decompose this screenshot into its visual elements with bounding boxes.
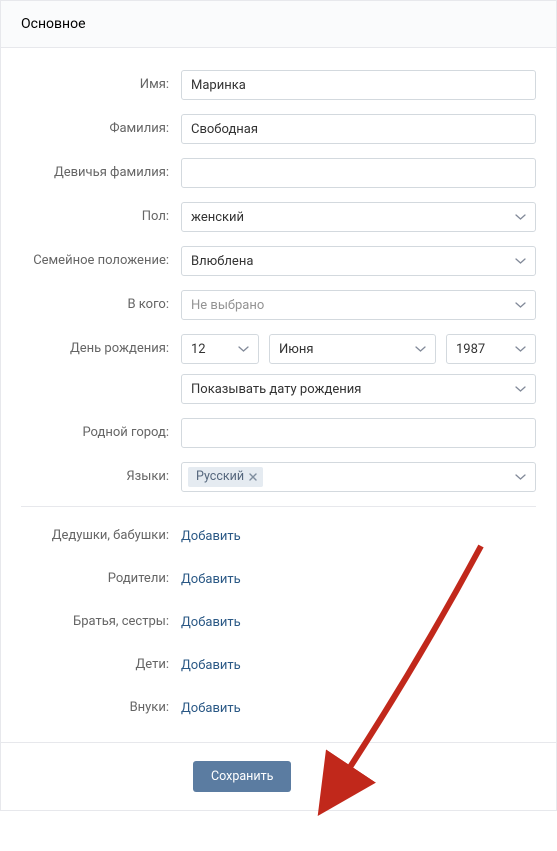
chevron-down-icon [515, 474, 526, 480]
dob-year-value: 1987 [456, 342, 485, 357]
inwhom-label: В кого: [21, 290, 181, 312]
gender-select[interactable]: женский [181, 202, 536, 232]
dob-visibility-value: Показывать дату рождения [191, 382, 361, 397]
surname-input[interactable] [181, 114, 536, 144]
panel-title: Основное [21, 16, 536, 32]
dob-month-value: Июня [279, 342, 314, 357]
grandparents-label: Дедушки, бабушки: [21, 527, 181, 543]
relationship-value: Влюблена [191, 254, 253, 269]
chevron-down-icon [415, 346, 426, 352]
add-grandchildren-link[interactable]: Добавить [181, 699, 241, 716]
chevron-down-icon [515, 214, 526, 220]
hometown-label: Родной город: [21, 418, 181, 440]
panel-content: Имя: Фамилия: Девичья фамилия: Пол: женс… [1, 48, 556, 716]
language-tag-label: Русский [196, 469, 244, 484]
save-button[interactable]: Сохранить [193, 761, 291, 792]
languages-input[interactable]: Русский [181, 462, 536, 492]
panel-footer: Сохранить [1, 742, 556, 810]
gender-label: Пол: [21, 202, 181, 224]
chevron-down-icon [515, 258, 526, 264]
close-icon[interactable] [249, 473, 257, 481]
inwhom-select[interactable]: Не выбрано [181, 290, 536, 320]
inwhom-value: Не выбрано [191, 298, 264, 313]
chevron-down-icon [515, 386, 526, 392]
languages-label: Языки: [21, 462, 181, 484]
chevron-down-icon [238, 346, 249, 352]
section-divider [21, 506, 536, 507]
surname-label: Фамилия: [21, 114, 181, 136]
profile-edit-panel: Основное Имя: Фамилия: Девичья фамилия: … [0, 0, 557, 811]
add-children-link[interactable]: Добавить [181, 656, 241, 673]
dob-year-select[interactable]: 1987 [446, 334, 536, 364]
dob-visibility-select[interactable]: Показывать дату рождения [181, 374, 536, 404]
dob-label: День рождения: [21, 334, 181, 356]
dob-day-value: 12 [191, 342, 206, 357]
chevron-down-icon [515, 302, 526, 308]
relationship-label: Семейное положение: [21, 246, 181, 268]
dob-day-select[interactable]: 12 [181, 334, 259, 364]
panel-header: Основное [1, 1, 556, 48]
children-label: Дети: [21, 656, 181, 672]
chevron-down-icon [515, 346, 526, 352]
gender-value: женский [191, 210, 244, 225]
add-parents-link[interactable]: Добавить [181, 570, 241, 587]
parents-label: Родители: [21, 570, 181, 586]
add-grandparents-link[interactable]: Добавить [181, 527, 241, 544]
add-siblings-link[interactable]: Добавить [181, 613, 241, 630]
language-tag: Русский [188, 467, 263, 487]
siblings-label: Братья, сестры: [21, 613, 181, 629]
maiden-input[interactable] [181, 158, 536, 188]
relationship-select[interactable]: Влюблена [181, 246, 536, 276]
grandchildren-label: Внуки: [21, 699, 181, 715]
maiden-label: Девичья фамилия: [21, 158, 181, 180]
dob-month-select[interactable]: Июня [269, 334, 436, 364]
hometown-input[interactable] [181, 418, 536, 448]
name-input[interactable] [181, 70, 536, 100]
name-label: Имя: [21, 70, 181, 92]
